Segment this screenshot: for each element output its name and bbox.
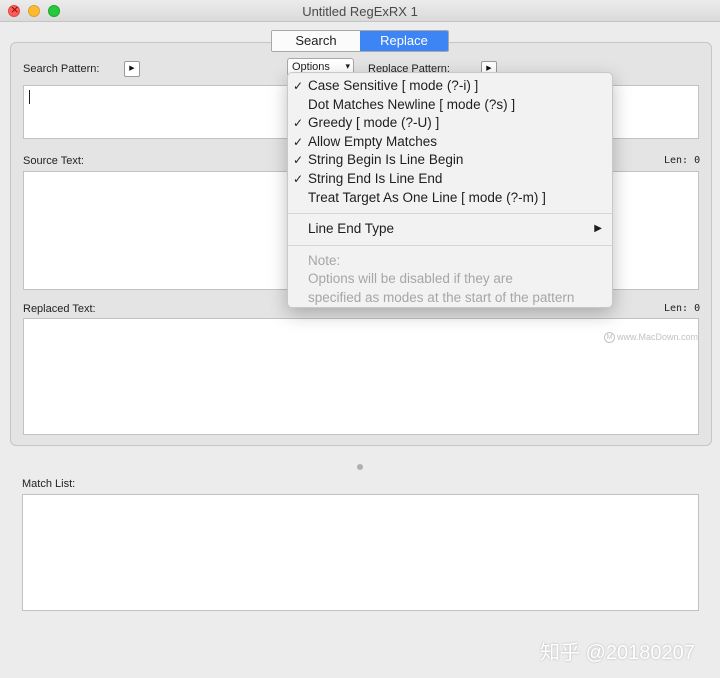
menu-separator — [288, 213, 612, 215]
menu-item-label: String Begin Is Line Begin — [308, 152, 464, 168]
menu-item-dot-matches-newline[interactable]: Dot Matches Newline [ mode (?s) ] — [288, 96, 612, 115]
search-pattern-insert-button[interactable]: ▶ — [124, 61, 140, 77]
options-menu: ✓ Case Sensitive [ mode (?-i) ] Dot Matc… — [287, 72, 613, 308]
menu-item-label: Greedy [ mode (?-U) ] — [308, 115, 440, 131]
tab-replace[interactable]: Replace — [360, 31, 448, 51]
checkmark-icon: ✓ — [293, 134, 304, 149]
checkmark-icon: ✓ — [293, 153, 304, 168]
match-list[interactable] — [22, 494, 699, 611]
menu-item-label: String End Is Line End — [308, 170, 443, 186]
menu-item-allow-empty-matches[interactable]: ✓ Allow Empty Matches — [288, 133, 612, 152]
menu-item-label: Line End Type — [308, 221, 395, 237]
checkmark-icon: ✓ — [293, 79, 304, 93]
menu-item-label: Case Sensitive [ mode (?-i) ] — [308, 78, 479, 93]
menu-item-treat-target-as-one-line[interactable]: Treat Target As One Line [ mode (?-m) ] — [288, 189, 612, 208]
tab-search[interactable]: Search — [272, 31, 360, 51]
source-text-label: Source Text: — [23, 155, 84, 167]
credit-overlay: 知乎 @20180207 — [540, 642, 695, 664]
replaced-len-label: Len: — [664, 303, 689, 314]
source-len-label: Len: — [664, 155, 689, 166]
triangle-right-icon: ▶ — [129, 65, 135, 72]
mode-tabs: Search Replace — [271, 30, 449, 52]
menu-item-string-end-is-line-end[interactable]: ✓ String End Is Line End — [288, 170, 612, 189]
menu-note-line1: Options will be disabled if they are — [308, 271, 513, 287]
triangle-right-icon: ▶ — [486, 65, 492, 72]
replaced-text-length: Len: 0 — [664, 303, 700, 314]
watermark-logo-icon: M — [604, 332, 615, 344]
window-title: Untitled RegExRX 1 — [302, 4, 418, 19]
splitter-handle[interactable] — [357, 464, 363, 470]
menu-item-label: Dot Matches Newline [ mode (?s) ] — [308, 96, 516, 112]
submenu-arrow-icon: ▶ — [594, 223, 602, 235]
menu-item-string-begin-is-line-begin[interactable]: ✓ String Begin Is Line Begin — [288, 151, 612, 170]
menu-item-greedy[interactable]: ✓ Greedy [ mode (?-U) ] — [288, 114, 612, 133]
text-caret — [29, 90, 30, 104]
replaced-text-area[interactable] — [23, 318, 699, 435]
menu-item-case-sensitive[interactable]: ✓ Case Sensitive [ mode (?-i) ] — [288, 77, 612, 96]
watermark: Mwww.MacDown.com — [604, 332, 699, 344]
menu-note-title: Note: — [308, 252, 341, 268]
menu-item-line-end-type[interactable]: Line End Type ▶ — [288, 220, 612, 239]
menu-separator — [288, 244, 612, 246]
menu-note-line2: specified as modes at the start of the p… — [308, 289, 575, 305]
title-bar: Untitled RegExRX 1 — [0, 0, 720, 22]
match-list-label: Match List: — [22, 478, 76, 490]
replaced-text-label: Replaced Text: — [23, 303, 96, 315]
source-text-length: Len: 0 — [664, 155, 700, 166]
checkmark-icon: ✓ — [293, 116, 304, 131]
watermark-text: www.MacDown.com — [617, 332, 699, 342]
search-pattern-label: Search Pattern: — [23, 63, 100, 75]
source-len-value: 0 — [694, 155, 701, 166]
checkmark-icon: ✓ — [293, 171, 304, 186]
menu-item-label: Allow Empty Matches — [308, 133, 438, 149]
replaced-len-value: 0 — [694, 303, 701, 314]
menu-item-label: Treat Target As One Line [ mode (?-m) ] — [308, 189, 546, 205]
